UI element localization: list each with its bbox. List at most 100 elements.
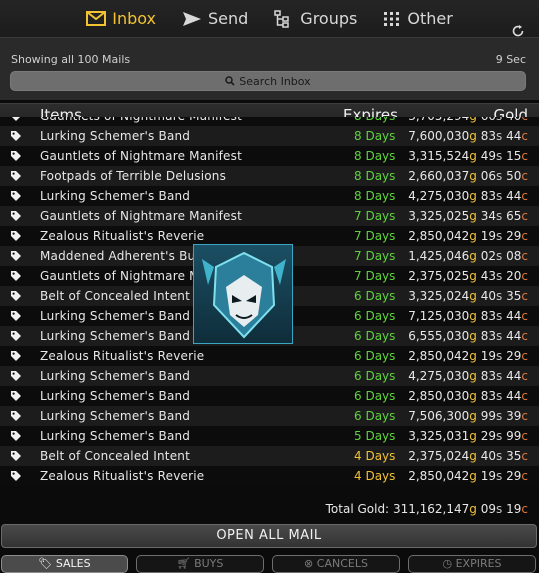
tag-icon [10, 210, 22, 222]
refresh-timer: 9 Sec [495, 53, 526, 66]
tag-icon [10, 450, 22, 462]
gold-value: 6,555,030g 83s 44c [408, 329, 528, 343]
copper-amount: 35 [506, 289, 522, 303]
gold-value: 3,705,294g 60s 40c [408, 117, 528, 123]
gold-value: 2,375,024g 40s 35c [408, 449, 528, 463]
silver-amount: 19 [480, 229, 497, 243]
gold-value: 3,315,524g 49s 15c [408, 149, 528, 163]
tab-groups-label: Groups [300, 9, 358, 28]
item-name[interactable]: Lurking Schemer's Band [40, 329, 190, 343]
item-name[interactable]: Lurking Schemer's Band [40, 429, 190, 443]
silver-amount: 34 [480, 209, 497, 223]
groups-icon [274, 9, 290, 28]
mail-row[interactable]: Lurking Schemer's Band 8 Days 7,600,030g 8… [0, 126, 539, 146]
filter-expires-label: EXPIRES [455, 557, 502, 570]
silver-amount: 83 [480, 389, 497, 403]
mail-row[interactable]: Zealous Ritualist's Reverie 7 Days 2,850,0… [0, 226, 539, 246]
expires-value: 4 Days [354, 449, 396, 463]
gold-amount: 2,850,042 [408, 349, 470, 363]
tab-other[interactable]: Other [383, 9, 453, 28]
gold-unit: g [469, 502, 477, 516]
expires-value: 7 Days [354, 229, 396, 243]
expires-value: 7 Days [354, 249, 396, 263]
search-inbox-button[interactable]: Search Inbox [10, 71, 526, 91]
item-name[interactable]: Zealous Ritualist's Reverie [40, 469, 204, 483]
silver-amount: 19 [480, 469, 497, 483]
mail-row[interactable]: Belt of Concealed Intent 4 Days 2,375,024g… [0, 446, 539, 466]
gold-value: 2,850,042g 19s 29c [408, 229, 528, 243]
mail-row[interactable]: Zealous Ritualist's Reverie 6 Days 2,850,0… [0, 346, 539, 366]
gold-value: 7,506,300g 99s 39c [408, 409, 528, 423]
open-all-mail-button[interactable]: OPEN ALL MAIL [1, 524, 537, 548]
mail-row[interactable]: Lurking Schemer's Band 5 Days 3,325,031g 2… [0, 426, 539, 446]
tag-icon: 🏷︎ [38, 557, 53, 570]
gold-amount: 2,850,042 [408, 229, 470, 243]
search-inbox-label: Search Inbox [239, 74, 311, 88]
gold-amount: 3,325,024 [408, 289, 470, 303]
copper-amount: 44 [506, 329, 522, 343]
mail-row[interactable]: Lurking Schemer's Band 6 Days 2,850,030g 8… [0, 386, 539, 406]
tab-inbox[interactable]: Inbox [86, 9, 156, 28]
total-gold: Total Gold: 311,162,147g 09s 19c [326, 502, 528, 516]
item-name[interactable]: Belt of Concealed Intent [40, 449, 190, 463]
copper-amount: 40 [506, 117, 521, 123]
expires-value: 5 Days [354, 429, 396, 443]
mail-row[interactable]: Zealous Ritualist's Reverie 4 Days 2,850,0… [0, 466, 539, 486]
gold-value: 3,325,025g 34s 65c [408, 209, 528, 223]
silver-amount: 43 [480, 269, 497, 283]
gold-value: 7,600,030g 83s 44c [408, 129, 528, 143]
item-name[interactable]: Belt of Concealed Intent [40, 289, 190, 303]
item-name[interactable]: Zealous Ritualist's Reverie [40, 229, 204, 243]
item-name[interactable]: Gauntlets of Nightmare Manifest [40, 149, 242, 163]
item-name[interactable]: Gauntlets of Nightmare Manifest [40, 209, 242, 223]
expires-value: 6 Days [354, 389, 396, 403]
mail-row[interactable]: Lurking Schemer's Band 6 Days 7,506,300g 9… [0, 406, 539, 426]
item-name[interactable]: Lurking Schemer's Band [40, 129, 190, 143]
cancel-icon: ⊗ [304, 557, 314, 570]
tag-icon [10, 290, 22, 302]
tab-groups[interactable]: Groups [274, 9, 357, 28]
filter-sales-button[interactable]: 🏷︎ SALES [1, 555, 128, 573]
gold-amount: 2,375,025 [408, 269, 470, 283]
mail-row[interactable]: Gauntlets of Nightmare Manifest 7 Days 3,3… [0, 206, 539, 226]
total-gold-label: Total Gold: [325, 502, 390, 516]
copper-amount: 44 [506, 389, 522, 403]
expires-value: 8 Days [354, 189, 396, 203]
filter-cancels-label: CANCELS [316, 557, 368, 570]
silver-amount: 19 [480, 349, 497, 363]
tag-icon [10, 270, 22, 282]
mail-row[interactable]: Lurking Schemer's Band 8 Days 4,275,030g 8… [0, 186, 539, 206]
mail-row[interactable]: Gauntlets of Nightmare Manifest 8 Days 3,7… [0, 117, 539, 126]
tab-bar: Inbox Send Groups Other [0, 0, 539, 38]
tag-icon [10, 150, 22, 162]
mail-row[interactable]: Footpads of Terrible Delusions 8 Days 2,66… [0, 166, 539, 186]
copper-amount: 99 [506, 429, 522, 443]
mail-row[interactable]: Lurking Schemer's Band 6 Days 4,275,030g 8… [0, 366, 539, 386]
item-name[interactable]: Lurking Schemer's Band [40, 309, 190, 323]
expires-value: 8 Days [354, 149, 396, 163]
item-name[interactable]: Footpads of Terrible Delusions [40, 169, 226, 183]
filter-buys-button[interactable]: 🛒︎ BUYS [136, 555, 264, 573]
gold-value: 2,660,037g 06s 50c [408, 169, 528, 183]
search-icon [225, 76, 235, 86]
item-name[interactable]: Lurking Schemer's Band [40, 409, 190, 423]
tab-send[interactable]: Send [182, 9, 248, 28]
item-name[interactable]: Lurking Schemer's Band [40, 389, 190, 403]
expires-value: 6 Days [354, 329, 396, 343]
tag-icon [10, 230, 22, 242]
filter-cancels-button[interactable]: ⊗ CANCELS [272, 555, 400, 573]
mask-helm-icon [202, 251, 286, 339]
expires-value: 8 Days [354, 169, 396, 183]
filter-expires-button[interactable]: ◷ EXPIRES [408, 555, 536, 573]
item-name[interactable]: Lurking Schemer's Band [40, 189, 190, 203]
tag-icon [10, 370, 22, 382]
item-name[interactable]: Zealous Ritualist's Reverie [40, 349, 204, 363]
tab-inbox-label: Inbox [112, 9, 156, 28]
gold-value: 2,850,030g 83s 44c [408, 389, 528, 403]
item-name[interactable]: Gauntlets of Nightmare Manifest [40, 117, 242, 123]
mail-row[interactable]: Gauntlets of Nightmare Manifest 8 Days 3,3… [0, 146, 539, 166]
silver-amount: 83 [480, 309, 497, 323]
item-name[interactable]: Lurking Schemer's Band [40, 369, 190, 383]
copper-amount: 15 [506, 149, 522, 163]
expires-value: 7 Days [354, 209, 396, 223]
